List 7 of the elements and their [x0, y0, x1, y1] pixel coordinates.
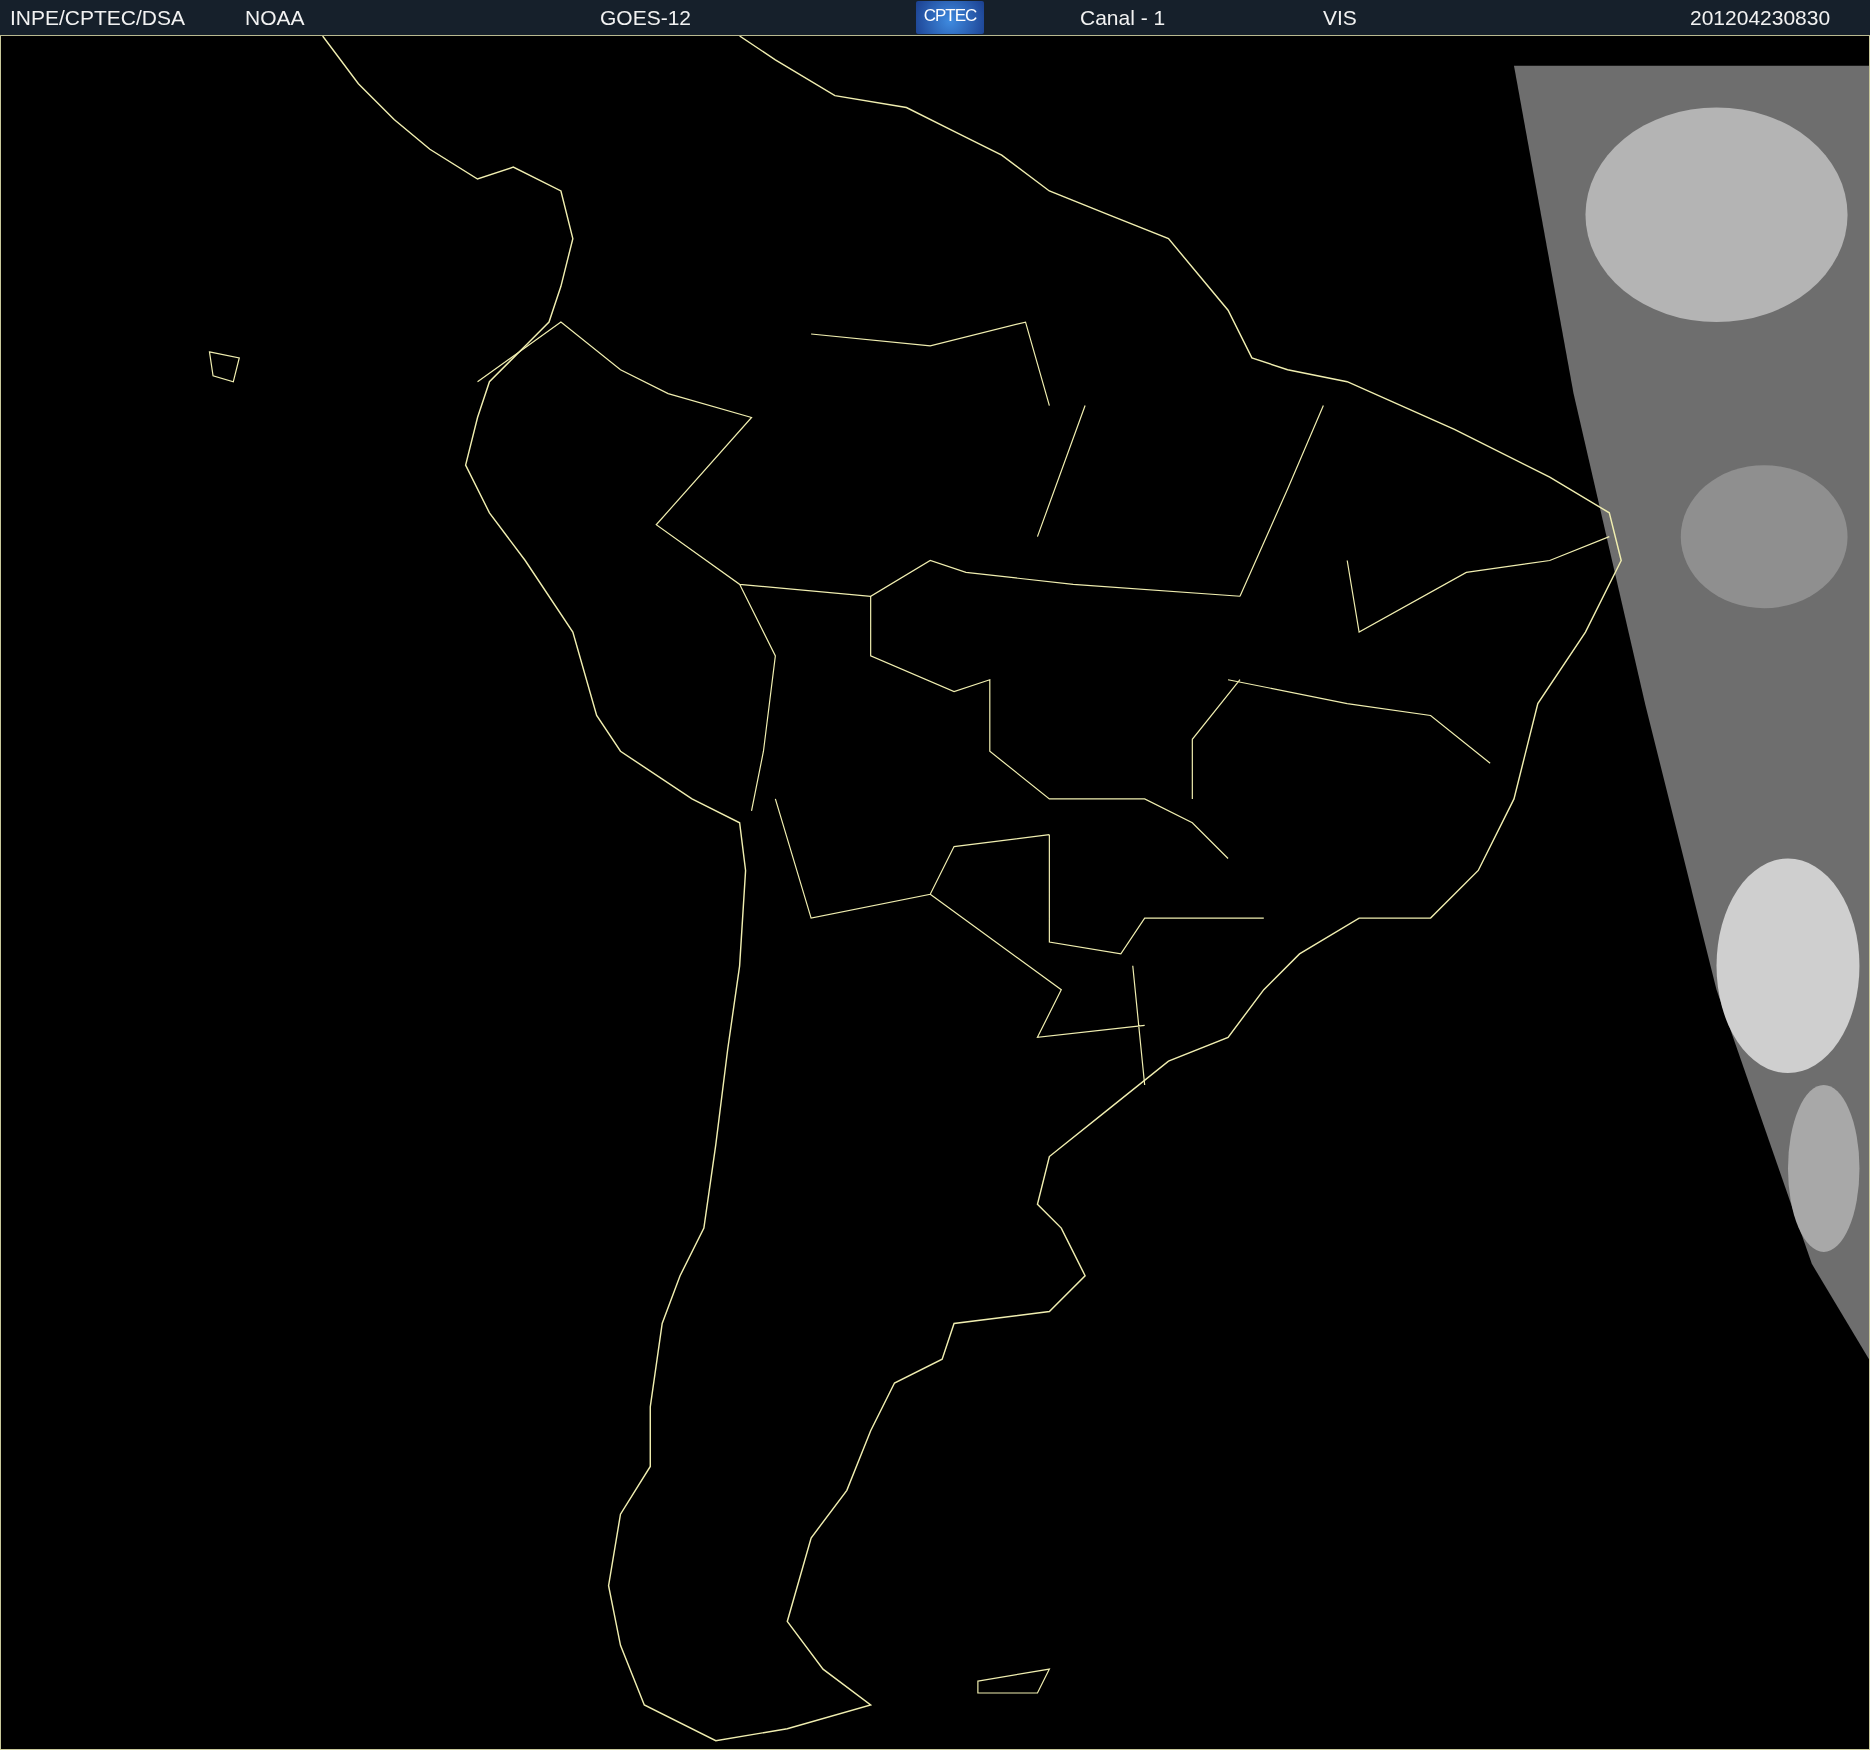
header-label: VIS — [1323, 6, 1357, 30]
header-label: Canal - 1 — [1080, 6, 1166, 30]
header-label: GOES-12 — [600, 6, 692, 30]
header-label: NOAA — [245, 6, 305, 30]
header-label: INPE/CPTEC/DSA — [10, 6, 186, 30]
agency-logo: CPTEC — [916, 1, 984, 34]
header-label: 201204230830 — [1690, 6, 1831, 30]
